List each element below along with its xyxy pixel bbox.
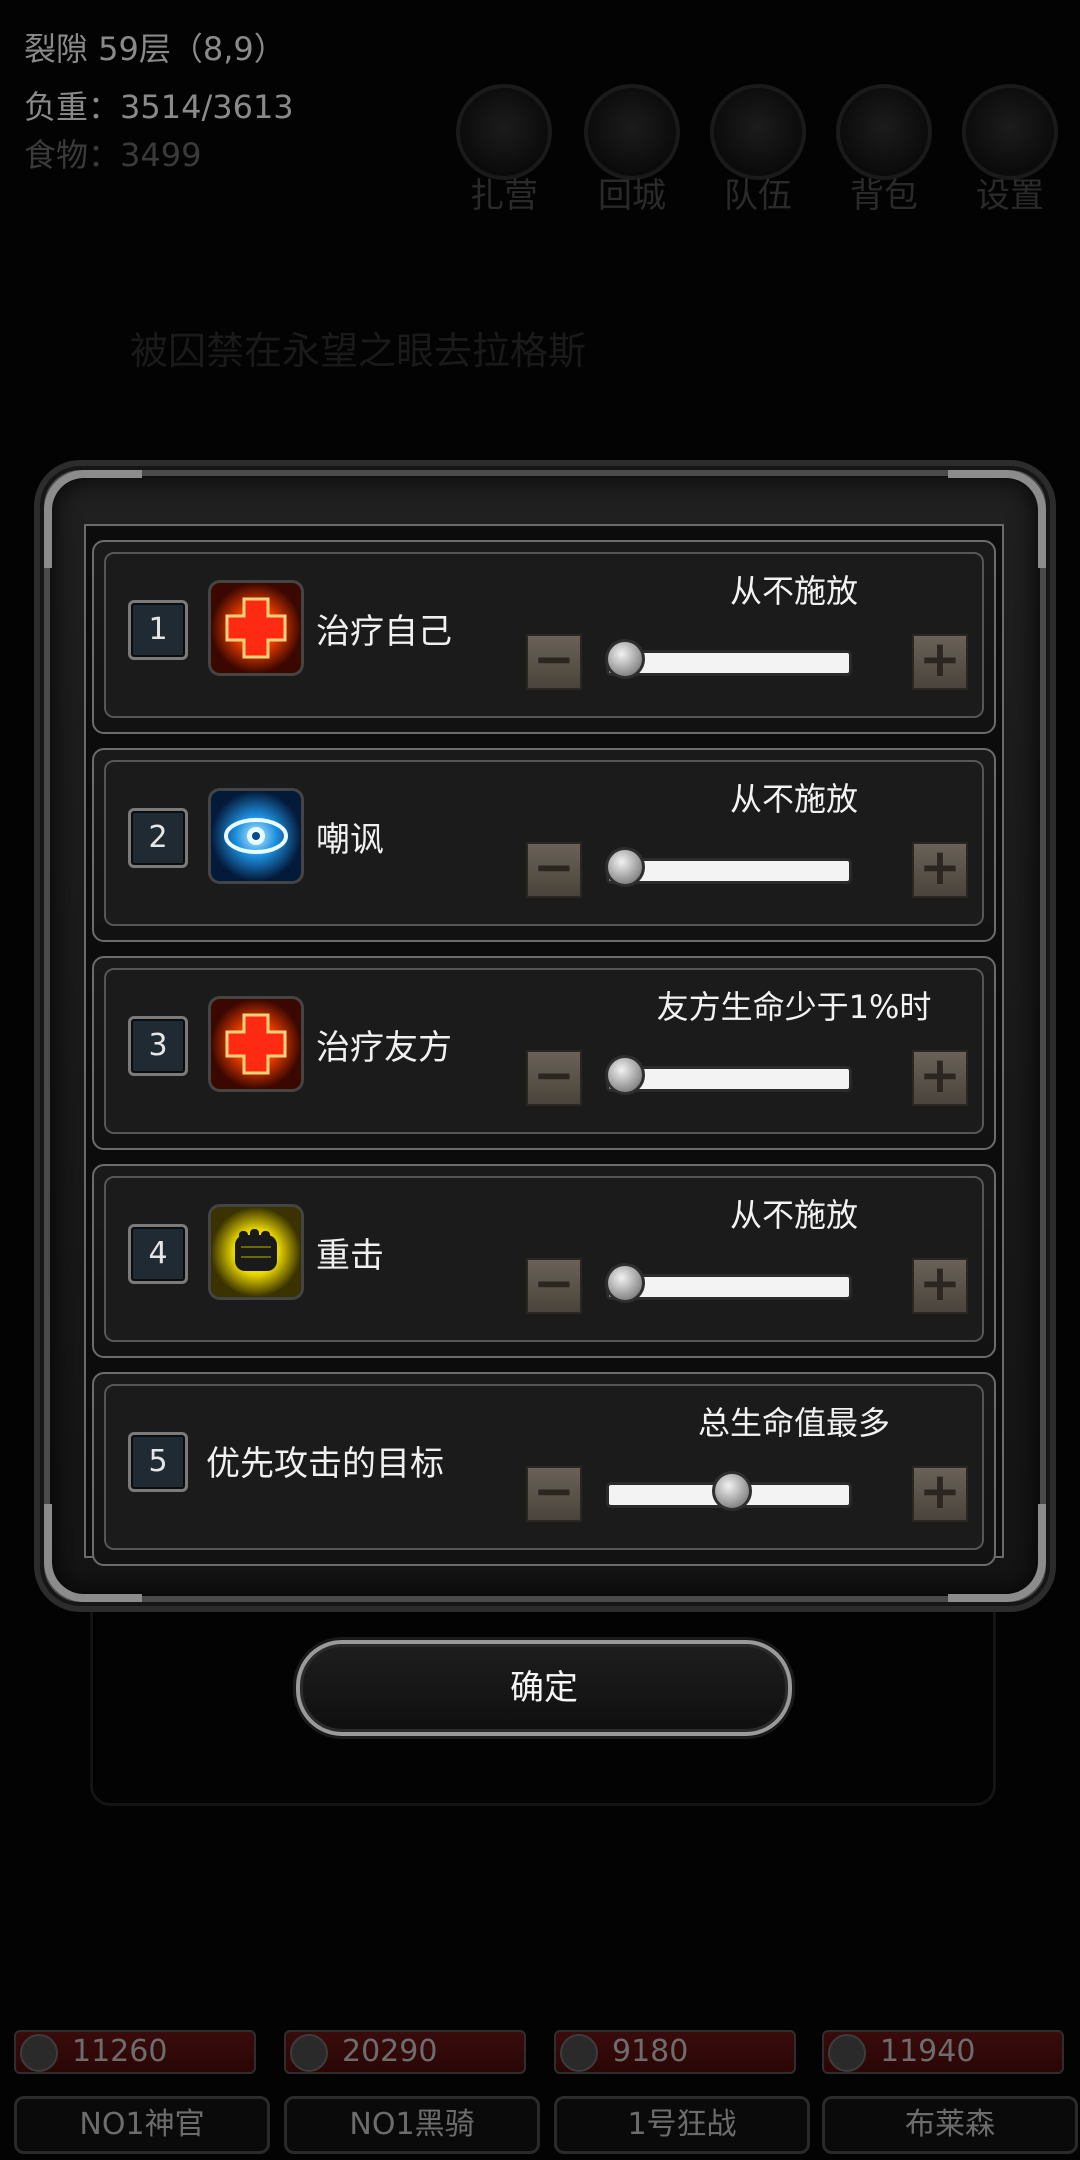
decrease-button[interactable]: − (526, 634, 582, 690)
hp-bar: 11260 (14, 2030, 256, 2074)
cast-condition: 从不施放 (729, 1196, 858, 1234)
cast-condition: 从不施放 (729, 780, 858, 818)
heart-icon (20, 2034, 58, 2072)
decrease-button[interactable]: − (526, 1050, 582, 1106)
condition-slider[interactable] (605, 1263, 852, 1303)
member-name: NO1黑骑 (284, 2096, 540, 2154)
settings-label: 设置 (976, 176, 1044, 216)
skill-name: 重击 (316, 1236, 384, 1276)
skill-row: 4 重击 从不施放 − + (92, 1164, 996, 1358)
portal-icon (584, 84, 680, 180)
camp-button[interactable]: 扎营 (456, 84, 552, 216)
skill-number: 2 (128, 808, 188, 868)
slider-knob[interactable] (605, 1263, 645, 1303)
red-cross-icon (208, 996, 304, 1092)
decrease-button[interactable]: − (526, 1258, 582, 1314)
hp-value: 20290 (342, 2034, 438, 2069)
slider-knob[interactable] (605, 1055, 645, 1095)
banner-text: 被囚禁在永望之眼去拉格斯 (130, 329, 587, 373)
heart-icon (290, 2034, 328, 2072)
slider-knob[interactable] (712, 1471, 752, 1511)
hp-bar: 9180 (554, 2030, 796, 2074)
hp-value: 9180 (612, 2034, 689, 2069)
return-town-button[interactable]: 回城 (584, 84, 680, 216)
skill-row: 1 治疗自己 从不施放 − + (92, 540, 996, 734)
member-name: 布莱森 (822, 2096, 1078, 2154)
increase-button[interactable]: + (912, 1258, 968, 1314)
bag-button[interactable]: 背包 (836, 84, 932, 216)
skill-number: 1 (128, 600, 188, 660)
skill-row: 3 治疗友方 友方生命少于1%时 − + (92, 956, 996, 1150)
target-priority-label: 优先攻击的目标 (206, 1444, 444, 1484)
confirm-button[interactable]: 确定 (296, 1640, 792, 1736)
member-name: 1号狂战 (554, 2096, 810, 2154)
hp-value: 11260 (72, 2034, 168, 2069)
camp-icon (456, 84, 552, 180)
heart-icon (560, 2034, 598, 2072)
hp-bar: 11940 (822, 2030, 1064, 2074)
skill-settings-dialog: 1 治疗自己 从不施放 − + 2 嘲讽 从不施放 − + 3 治疗友方 友方生… (44, 470, 1046, 1602)
location-text: 裂隙 59层（8,9） (24, 30, 286, 68)
gear-icon (962, 84, 1058, 180)
skill-name: 嘲讽 (316, 820, 384, 860)
skill-number: 4 (128, 1224, 188, 1284)
slider-knob[interactable] (605, 639, 645, 679)
increase-button[interactable]: + (912, 1050, 968, 1106)
condition-slider[interactable] (605, 847, 852, 887)
decrease-button[interactable]: − (526, 842, 582, 898)
slider-knob[interactable] (605, 847, 645, 887)
hp-value: 11940 (880, 2034, 976, 2069)
condition-slider[interactable] (606, 1471, 852, 1511)
cast-condition: 友方生命少于1%时 (656, 988, 932, 1026)
hp-bar: 20290 (284, 2030, 526, 2074)
skill-number: 3 (128, 1016, 188, 1076)
condition-slider[interactable] (605, 1055, 852, 1095)
condition-slider[interactable] (605, 639, 852, 679)
yellow-fist-icon (208, 1204, 304, 1300)
team-button[interactable]: 队伍 (710, 84, 806, 216)
decrease-button[interactable]: − (526, 1466, 582, 1522)
skill-list: 1 治疗自己 从不施放 − + 2 嘲讽 从不施放 − + 3 治疗友方 友方生… (84, 524, 1004, 1566)
heart-icon (828, 2034, 866, 2072)
camp-label: 扎营 (470, 176, 538, 216)
member-name: NO1神官 (14, 2096, 270, 2154)
bag-icon (836, 84, 932, 180)
food-text: 食物：3499 (24, 136, 202, 174)
bag-label: 背包 (850, 176, 918, 216)
skill-name: 治疗自己 (316, 612, 452, 652)
red-cross-icon (208, 580, 304, 676)
cast-condition: 从不施放 (729, 572, 858, 610)
blue-eye-icon (208, 788, 304, 884)
skill-row: 2 嘲讽 从不施放 − + (92, 748, 996, 942)
target-priority-row: 5 优先攻击的目标 总生命值最多 − + (92, 1372, 996, 1566)
team-label: 队伍 (724, 176, 792, 216)
skill-name: 治疗友方 (316, 1028, 452, 1068)
target-condition: 总生命值最多 (697, 1404, 890, 1442)
increase-button[interactable]: + (912, 634, 968, 690)
weight-text: 负重：3514/3613 (24, 88, 294, 126)
return-town-label: 回城 (598, 176, 666, 216)
skill-number: 5 (128, 1432, 188, 1492)
increase-button[interactable]: + (912, 842, 968, 898)
increase-button[interactable]: + (912, 1466, 968, 1522)
team-icon (710, 84, 806, 180)
settings-button[interactable]: 设置 (962, 84, 1058, 216)
background-banner: 被囚禁在永望之眼去拉格斯 NO1神官 神官骑士 (40, 300, 1040, 509)
